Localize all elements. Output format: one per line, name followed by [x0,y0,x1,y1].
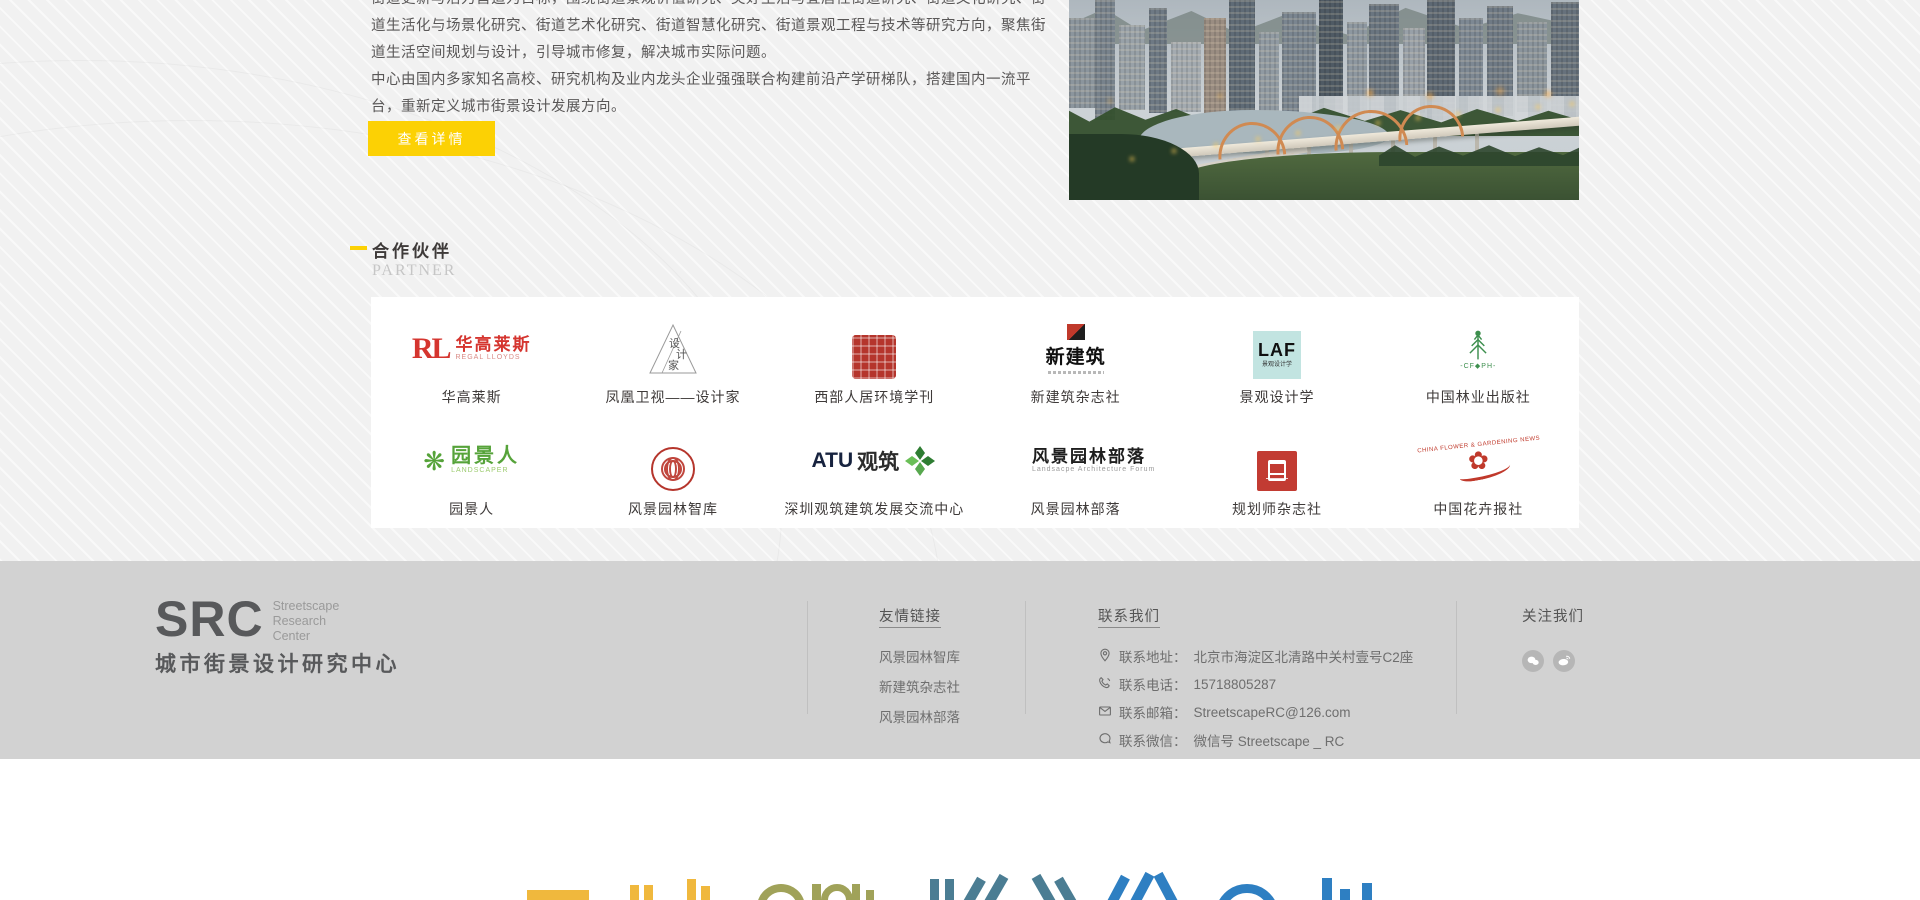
src-logo-english: StreetscapeResearchCenter [273,599,340,644]
partner-logo: 新建筑 [1046,319,1106,379]
partners-title: 合作伙伴 [372,237,452,262]
mail-icon [1098,704,1112,721]
footer-divider [1456,601,1457,714]
contact-label: 联系微信： [1119,730,1187,750]
flower-news-logo: CHINA FLOWER & GARDENING NEWS✿ [1417,442,1541,479]
weibo-social-icon[interactable] [1553,650,1575,672]
partner-name: 园景人 [449,499,494,519]
footer-contact-title: 联系我们 [1098,605,1413,626]
src-logo-chinese: 城市街景设计研究中心 [155,648,400,678]
partner-item[interactable]: 风景园林部落Landsacpe Architecture Forum 风景园林部落 [975,413,1176,525]
laf-logo: LAF景观设计学 [1253,331,1301,379]
about-line: 道生活化与场景化研究、街道艺术化研究、街道智慧化研究、街道景观工程与技术等研究方… [371,13,975,40]
about-line: 台，重新定义城市街景设计发展方向。 [371,94,975,121]
partner-item[interactable]: RL华高莱斯REGAL LLOYDS 华高莱斯 [371,301,572,413]
footer-divider [1025,601,1026,714]
contact-label: 联系地址： [1119,646,1187,666]
contact-row-wechat: 联系微信： 微信号 Streetscape _ RC [1098,730,1413,750]
footer: SRC StreetscapeResearchCenter 城市街景设计研究中心… [0,561,1920,759]
city-skyline-photo [1069,0,1579,200]
red-seal-round-logo [661,457,685,481]
contact-value: 北京市海淀区北清路中关村壹号C2座 [1194,646,1414,666]
red-seal-square-logo [852,335,896,379]
footer-link[interactable]: 新建筑杂志社 [879,676,960,696]
partner-logo: LAF景观设计学 [1253,331,1301,379]
partner-logo: -CF◆PH- [1456,319,1500,379]
about-line: 街道更新与活力营造为目标，围绕街道景观价值研究、美好生活与宜居性街道研究、街道文… [371,0,975,13]
regal-lloyds-logo: RL [412,334,450,364]
footer-links-title: 友情链接 [879,605,960,626]
footer-link[interactable]: 风景园林智库 [879,646,960,666]
partner-item[interactable]: 新建筑新建筑杂志社 [975,301,1176,413]
partner-name: 凤凰卫视——设计家 [605,387,740,407]
partner-item[interactable]: LAF景观设计学景观设计学 [1176,301,1377,413]
contact-row-phone: 联系电话： 15718805287 [1098,674,1413,694]
footer-contact-column: 联系我们 联系地址： 北京市海淀区北清路中关村壹号C2座联系电话： 15718805… [1098,605,1413,758]
partner-item[interactable]: 规划师杂志社 [1176,413,1377,525]
footer-links-column: 友情链接 风景园林智库新建筑杂志社风景园林部落 [879,605,960,736]
src-logo-block: SRC StreetscapeResearchCenter 城市街景设计研究中心 [155,597,400,678]
planner-magazine-logo [1268,460,1286,481]
atu-mark: ATU [812,449,854,473]
contact-value: 微信号 Streetscape _ RC [1194,730,1345,750]
footer-link[interactable]: 风景园林部落 [879,706,960,726]
footer-follow-title: 关注我们 [1522,605,1584,626]
atu-pinwheel-icon [903,444,937,478]
partner-name: 新建筑杂志社 [1031,387,1121,407]
partner-item[interactable]: 风景园林智库 [572,413,773,525]
partner-item[interactable]: -CF◆PH- 中国林业出版社 [1378,301,1579,413]
contact-value: StreetscapeRC@126.com [1194,705,1351,720]
landscaper-snowflake-icon: ❋ [423,448,445,474]
forestry-press-tree-logo: -CF◆PH- [1456,327,1500,370]
footer-follow-column: 关注我们 [1522,605,1584,672]
partner-logo [651,447,695,491]
partner-logo [1257,451,1297,491]
partner-logo: ATU观筑 [812,431,938,491]
view-details-button[interactable]: 查看详情 [368,121,495,156]
partner-logo [852,335,896,379]
contact-row-mail: 联系邮箱： StreetscapeRC@126.com [1098,702,1413,722]
wechat-social-icon[interactable] [1522,650,1544,672]
leaf-icon [994,446,1029,474]
footer-divider [807,601,808,714]
partners-subtitle-en: PARTNER [372,262,456,280]
partner-item[interactable]: 西部人居环境学刊 [774,301,975,413]
contact-label: 联系电话： [1119,674,1187,694]
partner-item[interactable]: 设计家凤凰卫视——设计家 [572,301,773,413]
partner-name: 规划师杂志社 [1232,499,1322,519]
partner-item[interactable]: ATU观筑深圳观筑建筑发展交流中心 [774,413,975,525]
contact-label: 联系邮箱： [1119,702,1187,722]
contact-value: 15718805287 [1194,677,1277,692]
partner-name: 中国花卉报社 [1433,499,1523,519]
partner-logo: RL华高莱斯REGAL LLOYDS [412,319,532,379]
svg-text:家: 家 [668,358,679,372]
partner-item[interactable]: CHINA FLOWER & GARDENING NEWS✿ 中国花卉报社 [1378,413,1579,525]
xinjianzhu-logo: 新建筑 [1046,324,1106,374]
about-paragraph: 街道更新与活力营造为目标，围绕街道景观价值研究、美好生活与宜居性街道研究、街道文… [371,0,975,121]
partner-logo: ❋园景人LANDSCAPER [423,431,520,491]
partner-logo: CHINA FLOWER & GARDENING NEWS✿ [1417,431,1541,491]
section-accent-dash [350,246,367,250]
location-icon [1098,648,1112,665]
partner-name: 深圳观筑建筑发展交流中心 [784,499,964,519]
designer-triangle-logo: 设计家 [647,322,699,376]
src-logo-abbr: SRC [155,597,264,642]
contact-row-location: 联系地址： 北京市海淀区北清路中关村壹号C2座 [1098,646,1413,666]
partner-name: 风景园林智库 [628,499,718,519]
partner-name: 中国林业出版社 [1426,387,1531,407]
partner-name: 风景园林部落 [1031,499,1121,519]
page: 街道更新与活力营造为目标，围绕街道景观价值研究、美好生活与宜居性街道研究、街道文… [0,0,1920,900]
cropped-bottom-logo-strip [0,759,1920,900]
partners-panel: RL华高莱斯REGAL LLOYDS华高莱斯设计家凤凰卫视——设计家西部人居环境… [371,297,1579,528]
partner-logo: 设计家 [647,319,699,379]
about-line: 中心由国内多家知名高校、研究机构及业内龙头企业强强联合构建前沿产学研梯队，搭建国… [371,67,975,94]
partner-item[interactable]: ❋园景人LANDSCAPER 园景人 [371,413,572,525]
wechat-icon [1098,732,1112,749]
partner-name: 西部人居环境学刊 [814,387,934,407]
phone-icon [1098,676,1112,693]
partner-name: 景观设计学 [1239,387,1314,407]
partner-name: 华高莱斯 [442,387,502,407]
partner-logo: 风景园林部落Landsacpe Architecture Forum [996,431,1155,491]
about-line: 道生活空间规划与设计，引导城市修复，解决城市实际问题。 [371,40,975,67]
